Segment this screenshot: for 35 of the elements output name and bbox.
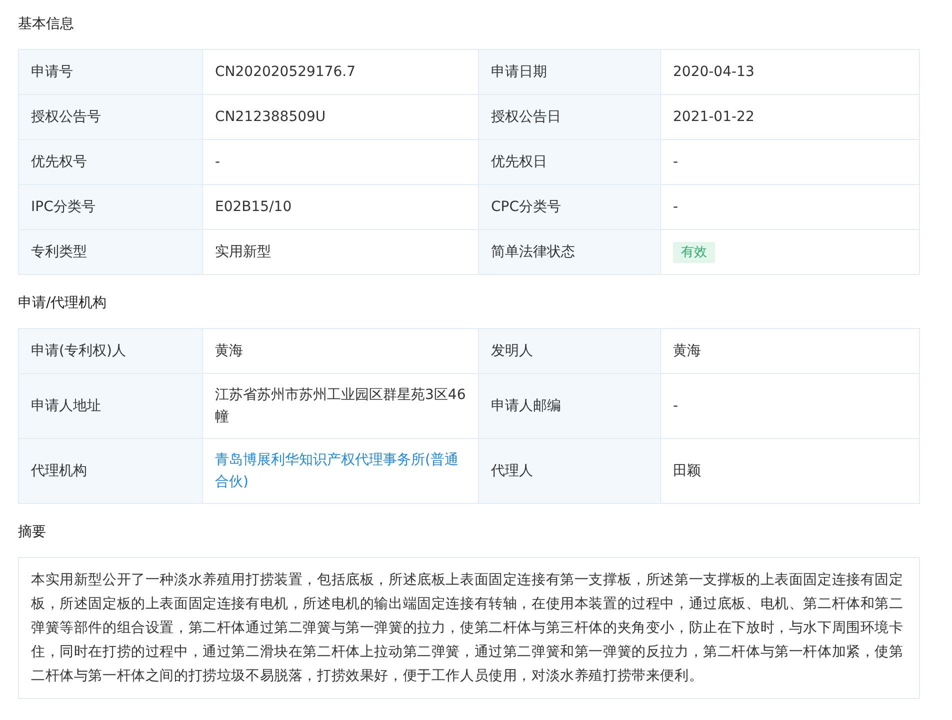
section-title: 摘要 [18, 523, 46, 542]
field-label: CPC分类号 [478, 184, 660, 230]
abstract-text: 本实用新型公开了一种淡水养殖用打捞装置，包括底板，所述底板上表面固定连接有第一支撑板，所述第一支撑板的上表面固定连接有固定板，所述固定板的上表面固定连接有电机，所述电机的输出端固定连接有转轴，在使用本装置的过程中，通过底板、电机、第二杆体和第二弹簧等部件的组合设置，第二杆体通过第二弹簧与第一弹簧的拉力，使第二杆体与第三杆体的夹角变小，防止在下放时，与水下周围环境卡住，同时在打捞的过程中，通过第二滑块在第二杆体上拉动第二弹簧，通过第二弹簧和第一弹簧的反拉力，第二杆体与第一杆体加紧，使第二杆体与第一杆体之间的打捞垃圾不易脱落，打捞效果好，便于工作人员使用，对淡水养殖打捞带来便利。 [18, 557, 920, 699]
field-label: 简单法律状态 [478, 230, 660, 274]
field-value: - [660, 140, 920, 184]
section-title: 基本信息 [18, 15, 74, 34]
field-label: 申请日期 [478, 50, 660, 94]
field-value: 实用新型 [202, 230, 478, 274]
field-value: CN202020529176.7 [202, 50, 478, 94]
status-tag: 有效 [673, 242, 715, 262]
field-label: 优先权日 [478, 140, 660, 184]
field-label: 专利类型 [18, 230, 202, 274]
field-value: - [202, 140, 478, 184]
field-value: - [660, 374, 920, 438]
field-label: 申请号 [18, 50, 202, 94]
field-value: CN212388509U [202, 94, 478, 140]
field-label: 授权公告号 [18, 94, 202, 140]
field-value: 黄海 [202, 328, 478, 374]
field-label: 优先权号 [18, 140, 202, 184]
field-label: IPC分类号 [18, 184, 202, 230]
field-value: 2020-04-13 [660, 50, 920, 94]
field-value: - [660, 184, 920, 230]
field-label: 申请人邮编 [478, 374, 660, 438]
field-label: 代理机构 [18, 438, 202, 504]
field-value: 黄海 [660, 328, 920, 374]
field-value: 2021-01-22 [660, 94, 920, 140]
field-label: 申请(专利权)人 [18, 328, 202, 374]
section-title: 申请/代理机构 [18, 294, 107, 313]
field-label: 发明人 [478, 328, 660, 374]
field-value: E02B15/10 [202, 184, 478, 230]
field-label: 代理人 [478, 438, 660, 504]
field-value: 江苏省苏州市苏州工业园区群星苑3区46幢 [202, 374, 478, 438]
field-value: 田颖 [660, 438, 920, 504]
field-label: 授权公告日 [478, 94, 660, 140]
field-label: 申请人地址 [18, 374, 202, 438]
